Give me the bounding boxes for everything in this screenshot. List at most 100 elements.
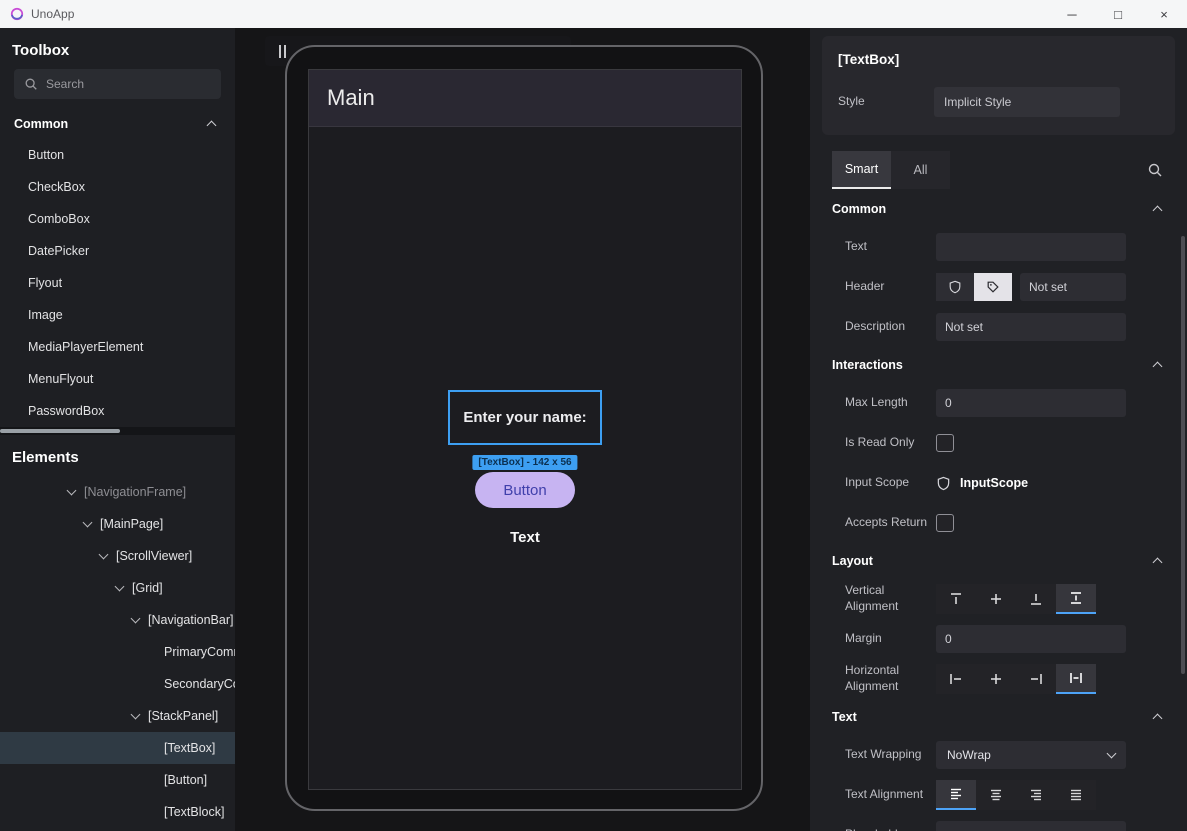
close-button[interactable]: ×	[1141, 0, 1187, 28]
row-header: Header	[810, 267, 1187, 307]
text-align-justify-icon	[1068, 787, 1084, 803]
toolbox-item-combobox[interactable]: ComboBox	[0, 203, 235, 235]
section-interactions[interactable]: Interactions	[810, 347, 1187, 383]
toolbox-item-image[interactable]: Image	[0, 299, 235, 331]
horizontal-alignment-label: Horizontal Alignment	[845, 663, 936, 694]
input-scope-value[interactable]: InputScope	[960, 476, 1028, 490]
margin-input[interactable]: 0	[936, 625, 1126, 653]
max-length-input[interactable]: 0	[936, 389, 1126, 417]
toolbox-item-passwordbox[interactable]: PasswordBox	[0, 395, 235, 427]
unoapp-logo-icon	[10, 7, 24, 21]
design-button[interactable]: Button	[475, 472, 575, 508]
toolbox-group-common[interactable]: Common	[0, 109, 235, 139]
section-common[interactable]: Common	[810, 191, 1187, 227]
placeholder-input[interactable]	[936, 821, 1126, 831]
text-align-right-button[interactable]	[1016, 780, 1056, 810]
search-icon[interactable]	[1147, 162, 1163, 178]
chevron-up-icon	[1153, 558, 1163, 568]
tree-item-grid[interactable]: [Grid]	[0, 572, 235, 604]
style-input[interactable]: Implicit Style	[934, 87, 1120, 117]
header-literal-button[interactable]	[974, 273, 1012, 301]
splitter-thumb[interactable]	[0, 429, 120, 433]
tree-item-primarycommands[interactable]: PrimaryComm	[0, 636, 235, 668]
row-max-length: Max Length 0	[810, 383, 1187, 423]
toolbox-item-menuflyout[interactable]: MenuFlyout	[0, 363, 235, 395]
text-wrapping-dropdown[interactable]: NoWrap	[936, 741, 1126, 769]
valign-bottom-button[interactable]	[1016, 584, 1056, 614]
description-input[interactable]: Not set	[936, 313, 1126, 341]
tree-item-label: [TextBlock]	[164, 805, 224, 819]
row-horizontal-alignment: Horizontal Alignment	[810, 659, 1187, 699]
design-textbox-selected[interactable]: Enter your name:	[448, 390, 602, 445]
toolbox-item-label: MediaPlayerElement	[28, 340, 143, 354]
text-align-center-button[interactable]	[976, 780, 1016, 810]
tree-item-secondarycommands[interactable]: SecondaryCo	[0, 668, 235, 700]
selection-size-badge: [TextBox] - 142 x 56	[472, 455, 577, 470]
tree-item-textblock[interactable]: [TextBlock]	[0, 796, 235, 828]
chevron-up-icon	[1153, 714, 1163, 724]
tag-icon	[986, 280, 1000, 294]
tree-item-scrollviewer[interactable]: [ScrollViewer]	[0, 540, 235, 572]
design-textblock[interactable]: Text	[510, 529, 540, 546]
page-title: Main	[327, 85, 375, 111]
is-read-only-checkbox[interactable]	[936, 434, 954, 452]
section-layout[interactable]: Layout	[810, 543, 1187, 579]
maximize-button[interactable]: □	[1095, 0, 1141, 28]
align-hstretch-icon	[1068, 670, 1084, 686]
toolbox-item-mediaplayerelement[interactable]: MediaPlayerElement	[0, 331, 235, 363]
tree-item-button[interactable]: [Button]	[0, 764, 235, 796]
vertical-alignment-label: Vertical Alignment	[845, 583, 936, 614]
properties-list: Common Text Header	[810, 191, 1187, 831]
panel-scrollbar[interactable]	[1181, 236, 1185, 674]
text-wrapping-label: Text Wrapping	[845, 747, 936, 763]
toolbox-group-label: Common	[14, 117, 68, 131]
tree-item-navigationframe[interactable]: [NavigationFrame]	[0, 476, 235, 508]
valign-stretch-button[interactable]	[1056, 584, 1096, 614]
toolbox-item-checkbox[interactable]: CheckBox	[0, 171, 235, 203]
search-input[interactable]	[46, 77, 211, 91]
align-bottom-icon	[1028, 591, 1044, 607]
toolbox-item-button[interactable]: Button	[0, 139, 235, 171]
accepts-return-checkbox[interactable]	[936, 514, 954, 532]
tab-all[interactable]: All	[891, 151, 950, 189]
shield-icon	[936, 476, 951, 491]
max-length-label: Max Length	[845, 395, 936, 411]
section-text[interactable]: Text	[810, 699, 1187, 735]
halign-center-button[interactable]	[976, 664, 1016, 694]
chevron-down-icon	[1107, 748, 1117, 758]
is-read-only-label: Is Read Only	[845, 435, 936, 451]
header-binding-button[interactable]	[936, 273, 974, 301]
tree-item-textbox[interactable]: [TextBox]	[0, 732, 235, 764]
tree-item-label: [Button]	[164, 773, 207, 787]
minimize-button[interactable]: ─	[1049, 0, 1095, 28]
valign-top-button[interactable]	[936, 584, 976, 614]
chevron-up-icon	[1153, 362, 1163, 372]
toolbox-search[interactable]	[14, 69, 221, 99]
align-right-icon	[1028, 671, 1044, 687]
accepts-return-label: Accepts Return	[845, 515, 936, 531]
design-textbox-text: Enter your name:	[463, 409, 586, 426]
header-input[interactable]: Not set	[1020, 273, 1126, 301]
tree-item-mainpage[interactable]: [MainPage]	[0, 508, 235, 540]
text-align-left-button[interactable]	[936, 780, 976, 810]
section-title: Interactions	[832, 358, 903, 372]
halign-right-button[interactable]	[1016, 664, 1056, 694]
tree-item-navigationbar[interactable]: [NavigationBar]	[0, 604, 235, 636]
row-text: Text	[810, 227, 1187, 267]
drag-handle-icon[interactable]	[273, 41, 291, 61]
toolbox-item-flyout[interactable]: Flyout	[0, 267, 235, 299]
valign-center-button[interactable]	[976, 584, 1016, 614]
toolbox-item-label: CheckBox	[28, 180, 85, 194]
panel-splitter[interactable]	[0, 427, 235, 435]
halign-stretch-button[interactable]	[1056, 664, 1096, 694]
tab-smart[interactable]: Smart	[832, 151, 891, 189]
halign-left-button[interactable]	[936, 664, 976, 694]
tree-item-label: [ScrollViewer]	[116, 549, 192, 563]
tree-item-label: [StackPanel]	[148, 709, 218, 723]
tree-item-stackpanel[interactable]: [StackPanel]	[0, 700, 235, 732]
section-title: Common	[832, 202, 886, 216]
text-align-justify-button[interactable]	[1056, 780, 1096, 810]
align-vcenter-icon	[988, 591, 1004, 607]
toolbox-item-datepicker[interactable]: DatePicker	[0, 235, 235, 267]
text-input[interactable]	[936, 233, 1126, 261]
